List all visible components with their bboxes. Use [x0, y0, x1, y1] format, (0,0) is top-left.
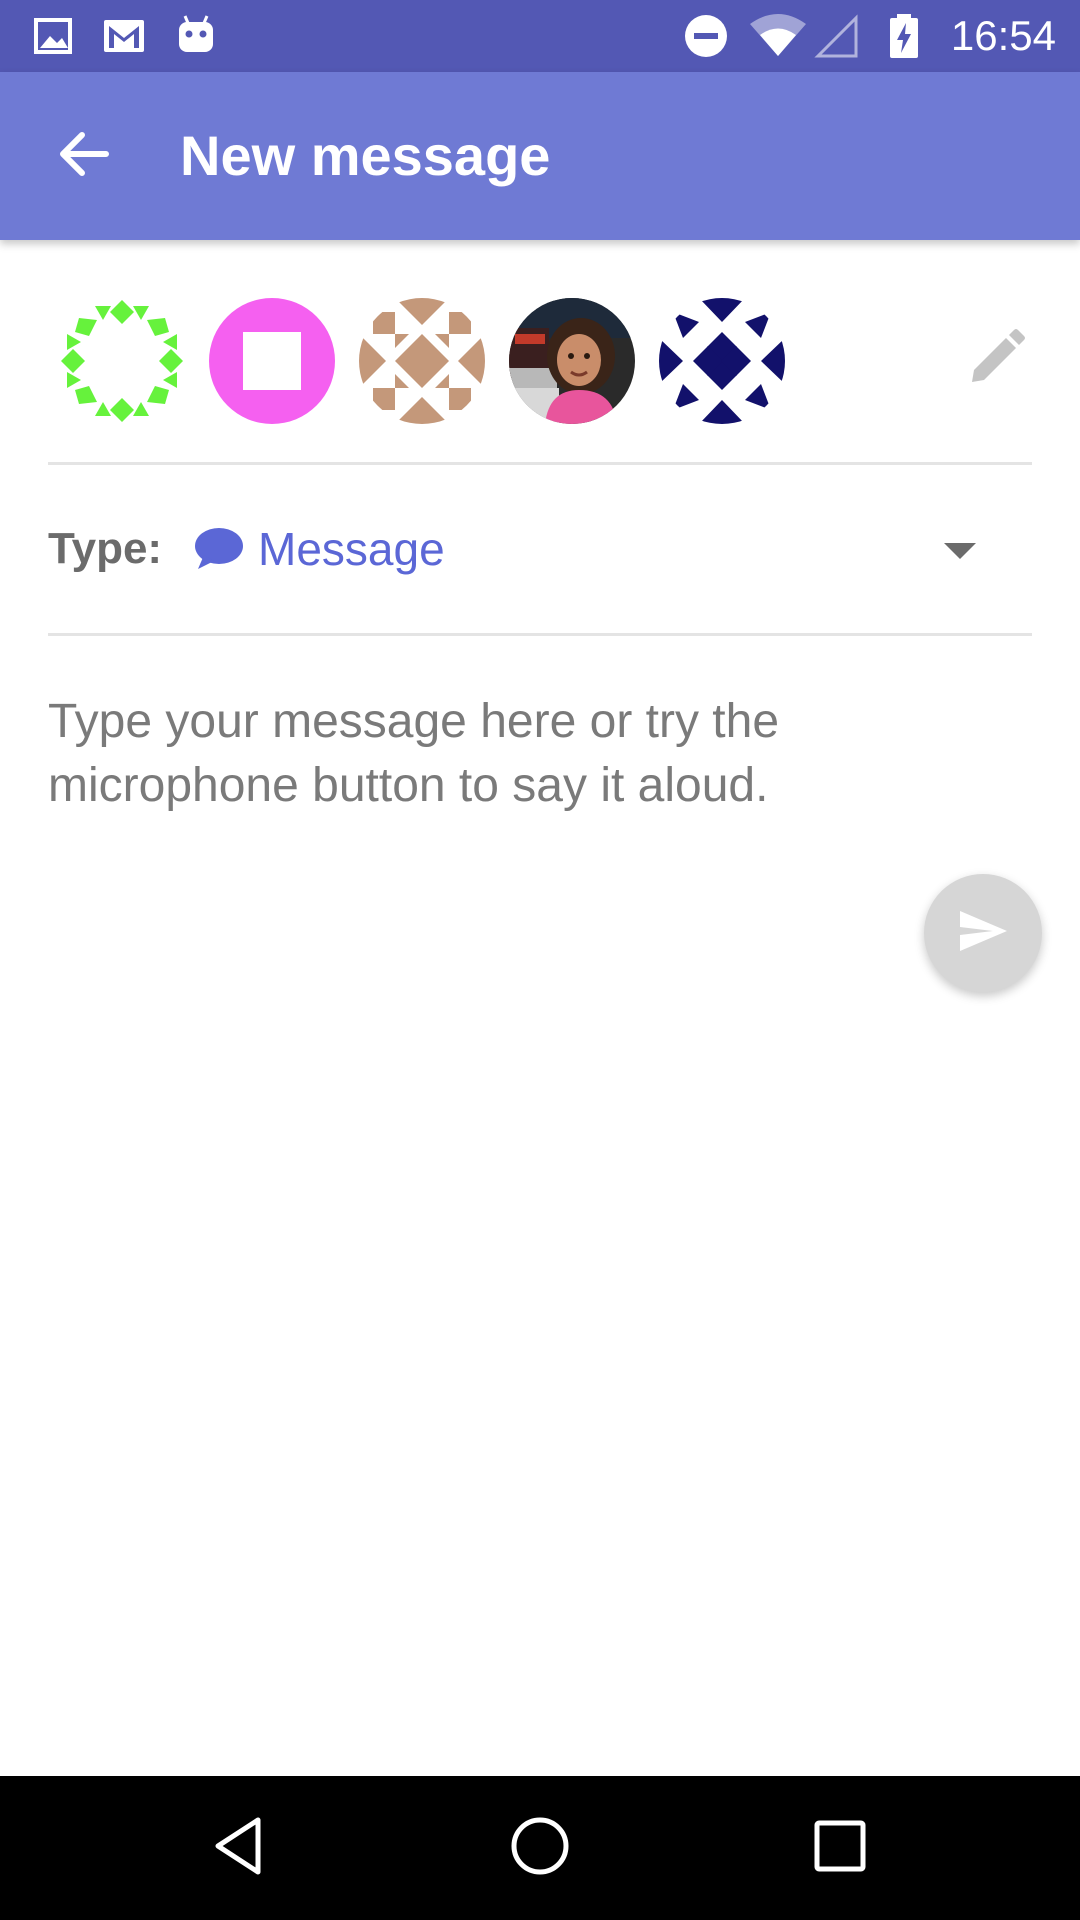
back-button[interactable]: [34, 106, 134, 206]
divider: [48, 633, 1032, 636]
type-value: Message: [258, 523, 445, 575]
cell-signal-icon: [812, 12, 860, 60]
send-button[interactable]: [924, 874, 1042, 992]
recipient-avatar-1[interactable]: [59, 298, 185, 424]
recipient-avatar-5[interactable]: [659, 298, 785, 424]
arrow-back-icon: [56, 126, 112, 187]
gmail-notification-icon: [100, 12, 148, 60]
android-notification-icon: [172, 12, 220, 60]
send-icon: [957, 905, 1009, 962]
recipient-avatar-photo[interactable]: [509, 298, 635, 424]
page-title: New message: [180, 124, 551, 187]
recipient-avatar-3[interactable]: [359, 298, 485, 424]
back-triangle-icon: [208, 1814, 272, 1883]
do-not-disturb-icon: [682, 12, 730, 60]
pencil-icon: [966, 328, 1026, 393]
recipients-row: [0, 240, 1080, 462]
app-bar: New message: [0, 72, 1080, 240]
navigation-bar: [0, 1776, 1080, 1920]
wifi-icon: [748, 12, 806, 60]
nav-home-button[interactable]: [500, 1808, 580, 1888]
nav-back-button[interactable]: [200, 1808, 280, 1888]
edit-recipients-button[interactable]: [960, 324, 1032, 396]
battery-charging-icon: [884, 12, 932, 60]
image-notification-icon: [30, 12, 78, 60]
type-label: Type:: [48, 524, 163, 573]
home-circle-icon: [508, 1814, 572, 1883]
status-time: 16:54: [950, 12, 1056, 59]
recents-square-icon: [808, 1814, 872, 1883]
type-selector[interactable]: Type: Message: [0, 465, 1080, 633]
nav-recents-button[interactable]: [800, 1808, 880, 1888]
chat-bubble-icon: [192, 525, 244, 573]
message-input[interactable]: [48, 690, 948, 840]
status-bar: 16:54: [0, 0, 1080, 72]
dropdown-arrow-icon: [940, 535, 980, 565]
recipient-avatar-2[interactable]: [209, 298, 335, 424]
